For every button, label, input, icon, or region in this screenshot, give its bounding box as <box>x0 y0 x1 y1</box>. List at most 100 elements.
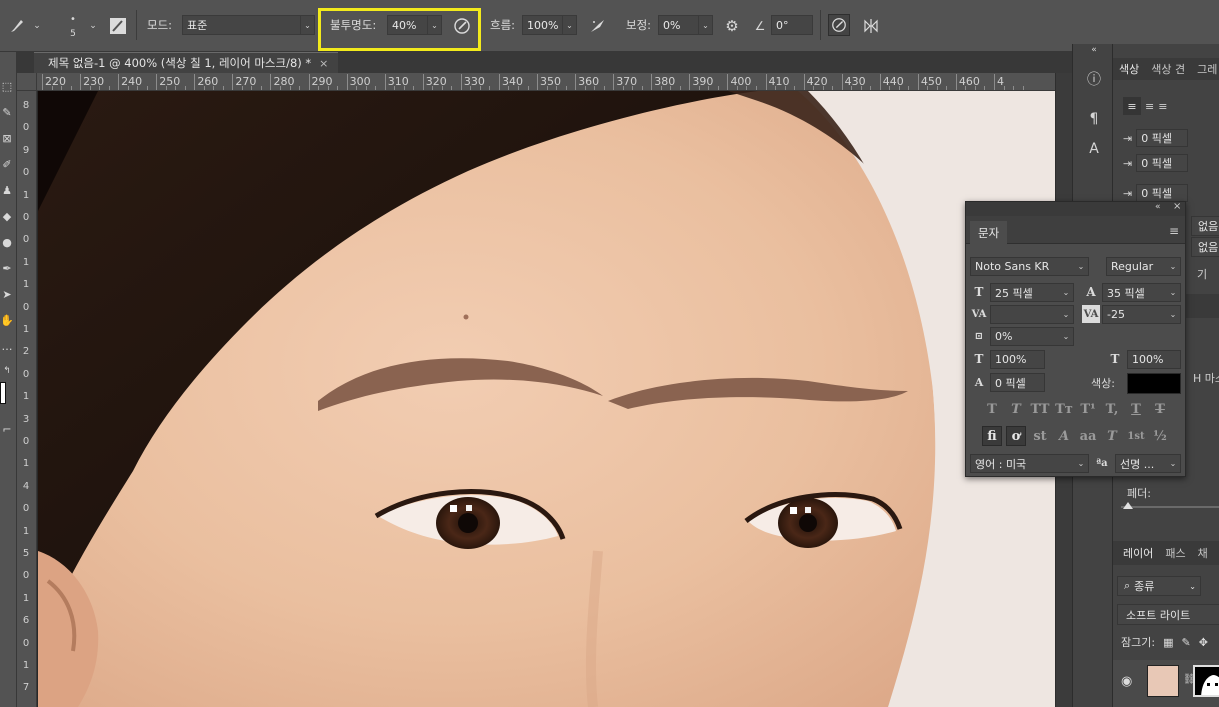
collapse-icon[interactable]: « <box>1155 202 1161 212</box>
opentype-button[interactable]: ½ <box>1150 426 1170 446</box>
pressure-size-icon[interactable] <box>828 14 850 36</box>
brush-tool-icon[interactable]: ✎ <box>0 105 14 119</box>
lock-transparency-icon[interactable]: ▦ <box>1163 636 1173 649</box>
composer-dropdown[interactable]: 없음 <box>1191 237 1219 257</box>
kerning-input[interactable]: ⌄ <box>990 305 1074 324</box>
lock-position-icon[interactable]: ✥ <box>1199 636 1208 649</box>
tsume-input[interactable]: 0% ⌄ <box>990 327 1074 346</box>
visibility-eye-icon[interactable]: ◉ <box>1121 674 1132 689</box>
opentype-button[interactable]: T <box>1102 426 1122 446</box>
brush-icon[interactable] <box>8 17 26 35</box>
layer-mask-thumbnail[interactable] <box>1193 665 1219 697</box>
text-color-swatch[interactable] <box>1127 373 1181 394</box>
layer-row[interactable]: ◉ ⛓ <box>1113 660 1219 707</box>
font-size-input[interactable]: 25 픽셀 ⌄ <box>990 283 1074 302</box>
canvas[interactable] <box>38 91 1055 707</box>
ruler-label: 370 <box>616 75 638 88</box>
close-icon[interactable]: × <box>319 57 328 70</box>
tracking-input[interactable]: -25 ⌄ <box>1102 305 1181 324</box>
baseline-shift-input[interactable]: 0 픽셀 <box>990 373 1045 392</box>
flow-input[interactable]: 100% ⌄ <box>522 15 577 35</box>
layer-kind-filter[interactable]: ⌕ 종류 ⌄ <box>1117 576 1201 596</box>
type-style-button[interactable]: T <box>1006 399 1026 419</box>
type-style-button[interactable]: T <box>1126 399 1146 419</box>
collapse-icon[interactable]: « <box>1083 44 1105 56</box>
stamp-tool-icon[interactable]: ♟ <box>0 183 14 197</box>
paragraph-icon[interactable]: ¶ <box>1083 108 1105 130</box>
antialias-select[interactable]: 선명 ... ⌄ <box>1115 454 1181 473</box>
frame-tool-icon[interactable]: ⊠ <box>0 131 14 145</box>
gear-icon[interactable]: ⚙ <box>722 16 742 36</box>
symmetry-icon[interactable] <box>860 16 882 36</box>
hyphenation-dropdown[interactable]: 없음 <box>1191 216 1219 236</box>
divider <box>136 10 137 40</box>
tab-paths[interactable]: 패스 <box>1159 545 1191 561</box>
angle-input[interactable]: 0° <box>771 15 813 35</box>
chevron-down-icon[interactable]: ⌄ <box>32 20 42 32</box>
font-family-select[interactable]: Noto Sans KR ⌄ <box>970 257 1089 276</box>
info-icon[interactable]: ⓘ <box>1083 68 1105 90</box>
chevron-down-icon[interactable]: ⌄ <box>88 20 98 32</box>
brush-preset-picker[interactable]: • 5 <box>62 12 84 42</box>
document-tab[interactable]: 제목 없음-1 @ 400% (색상 칠 1, 레이어 마스크/8) * × <box>34 52 339 73</box>
type-style-button[interactable]: T¹ <box>1078 399 1098 419</box>
tab-layers[interactable]: 레이어 <box>1113 545 1159 561</box>
align-left-icon[interactable]: ≡ <box>1123 97 1141 115</box>
tab-color[interactable]: 색상 <box>1113 61 1145 77</box>
type-style-button[interactable]: T <box>1150 399 1170 419</box>
indent-left-input[interactable]: 0 픽셀 <box>1136 129 1189 147</box>
swap-colors-icon[interactable]: ↰ <box>0 364 14 378</box>
feather-slider[interactable] <box>1121 506 1219 508</box>
leading-input[interactable]: 35 픽셀 ⌄ <box>1102 283 1181 302</box>
blend-mode-select[interactable]: 소프트 라이트 <box>1117 604 1219 625</box>
horizontal-scale-input[interactable]: 100% <box>1127 350 1181 369</box>
airbrush-icon[interactable] <box>588 16 608 36</box>
tab-channels[interactable]: 채 <box>1192 545 1214 561</box>
pen-tool-icon[interactable]: ✒ <box>0 261 14 275</box>
type-style-button[interactable]: TT <box>1030 399 1050 419</box>
foreground-color-swatch[interactable] <box>0 382 6 404</box>
eraser-tool-icon[interactable]: ◆ <box>0 209 14 223</box>
quick-mask-icon[interactable]: ⌐ <box>0 422 14 436</box>
opentype-button[interactable]: ơ <box>1006 426 1026 446</box>
more-tools-icon[interactable]: … <box>0 339 14 353</box>
close-icon[interactable]: × <box>1173 201 1181 212</box>
opentype-button[interactable]: 1st <box>1126 426 1146 446</box>
smoothing-input[interactable]: 0% ⌄ <box>658 15 713 35</box>
ruler-subtick <box>280 86 281 90</box>
hand-tool-icon[interactable]: ✋ <box>0 313 14 327</box>
antialias-value: 선명 ... <box>1120 457 1155 471</box>
space-before-input[interactable]: 0 픽셀 <box>1136 184 1189 202</box>
feather-slider-handle[interactable] <box>1123 502 1133 509</box>
type-style-button[interactable]: T, <box>1102 399 1122 419</box>
path-select-tool-icon[interactable]: ➤ <box>0 287 14 301</box>
opentype-button[interactable]: fi <box>982 426 1002 446</box>
chevron-down-icon: ⌄ <box>1077 459 1085 468</box>
vertical-scale-input[interactable]: 100% <box>990 350 1045 369</box>
opentype-button[interactable]: A <box>1054 426 1074 446</box>
opentype-button[interactable]: st <box>1030 426 1050 446</box>
blur-tool-icon[interactable]: ● <box>0 235 14 249</box>
indent-first-input[interactable]: 0 픽셀 <box>1136 154 1189 172</box>
lock-pixels-icon[interactable]: ✎ <box>1181 636 1190 649</box>
type-style-button[interactable]: Tт <box>1054 399 1074 419</box>
font-style-select[interactable]: Regular ⌄ <box>1106 257 1181 276</box>
mode-select[interactable]: 표준 ⌄ <box>182 15 315 35</box>
brush-settings-icon[interactable] <box>108 16 128 36</box>
marquee-tool-icon[interactable]: ⬚ <box>0 79 14 93</box>
ruler-tick <box>384 74 386 90</box>
language-select[interactable]: 영어 : 미국 ⌄ <box>970 454 1089 473</box>
indent-left-value: 0 픽셀 <box>1141 132 1172 145</box>
tab-gradients[interactable]: 그레 <box>1191 61 1219 77</box>
align-center-icon[interactable]: ≡ <box>1145 100 1154 113</box>
panel-menu-icon[interactable]: ≡ <box>1169 224 1179 238</box>
tab-swatches[interactable]: 색상 견 <box>1145 61 1191 77</box>
type-style-button[interactable]: T <box>982 399 1002 419</box>
align-right-icon[interactable]: ≡ <box>1158 100 1167 113</box>
panel-header[interactable]: « × <box>966 201 1185 216</box>
opentype-button[interactable]: aa <box>1078 426 1098 446</box>
ruler-tick <box>422 74 424 90</box>
character-styles-icon[interactable]: A <box>1083 138 1105 160</box>
eyedropper-tool-icon[interactable]: ✐ <box>0 157 14 171</box>
tab-character[interactable]: 문자 <box>970 221 1008 244</box>
